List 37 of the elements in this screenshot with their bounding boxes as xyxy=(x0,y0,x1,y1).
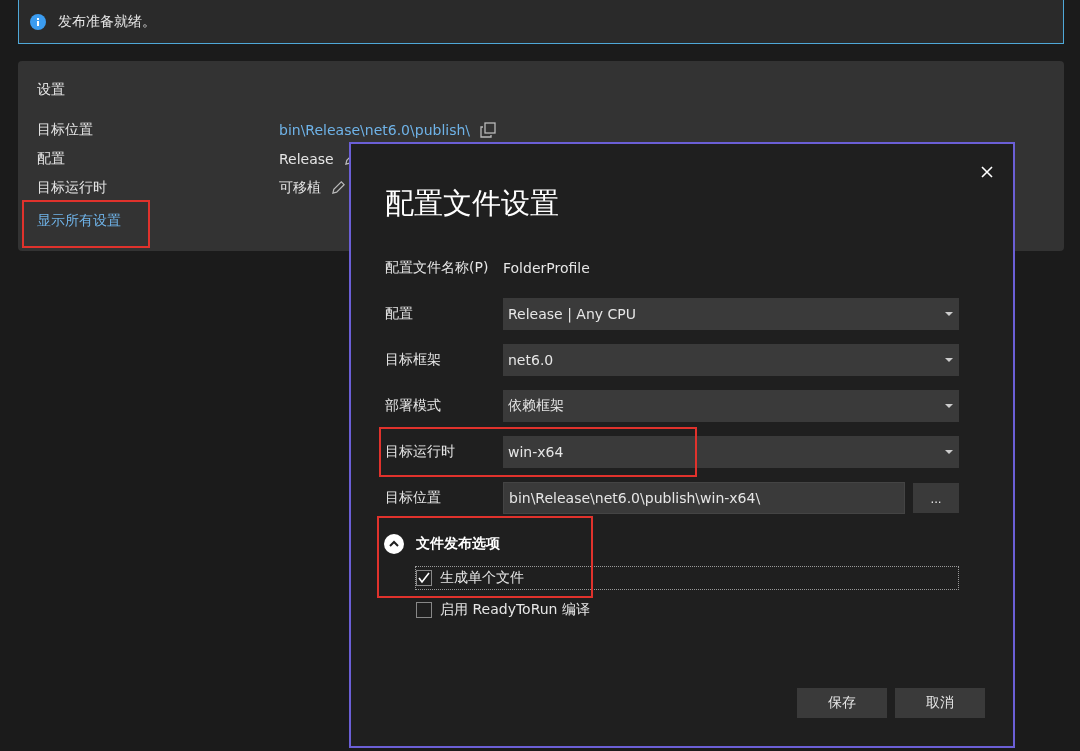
field-label: 目标框架 xyxy=(385,351,442,369)
pencil-icon[interactable] xyxy=(331,180,346,195)
setting-label: 目标运行时 xyxy=(37,178,108,197)
show-all-settings-link[interactable]: 显示所有设置 xyxy=(37,212,121,228)
collapse-icon[interactable] xyxy=(384,534,404,554)
field-label: 目标运行时 xyxy=(385,443,456,461)
field-label: 目标位置 xyxy=(385,489,442,507)
setting-label: 配置 xyxy=(37,149,66,168)
caret-icon xyxy=(945,312,953,316)
field-label: 配置文件名称(P) xyxy=(385,259,490,277)
setting-value: 可移植 xyxy=(279,178,321,197)
check-icon xyxy=(417,571,431,585)
info-icon xyxy=(30,13,46,30)
setting-label: 目标位置 xyxy=(37,120,94,139)
browse-button[interactable]: ... xyxy=(913,483,959,513)
section-title: 文件发布选项 xyxy=(416,535,500,553)
settings-title: 设置 xyxy=(37,81,66,99)
dialog-button[interactable]: 保存 xyxy=(797,688,887,718)
dropdown[interactable]: net6.0 xyxy=(503,344,959,376)
dropdown[interactable]: 依赖框架 xyxy=(503,390,959,422)
field-label: 配置 xyxy=(385,305,414,323)
dialog-button[interactable]: 取消 xyxy=(895,688,985,718)
path-field[interactable]: bin\Release\net6.0\publish\win-x64\ xyxy=(503,482,905,514)
caret-icon xyxy=(945,404,953,408)
setting-value: Release xyxy=(279,150,334,167)
dropdown[interactable]: Release | Any CPU xyxy=(503,298,959,330)
setting-link[interactable]: bin\Release\net6.0\publish\ xyxy=(279,121,471,138)
caret-icon xyxy=(945,450,953,454)
caret-icon xyxy=(945,358,953,362)
copy-icon[interactable] xyxy=(480,121,497,138)
field-label: 部署模式 xyxy=(385,397,442,415)
checkbox-option[interactable]: 启用 ReadyToRun 编译 xyxy=(415,598,959,622)
checkbox-option[interactable]: 生成单个文件 xyxy=(415,566,959,590)
dialog-title: 配置文件设置 xyxy=(385,185,560,222)
dropdown[interactable]: win-x64 xyxy=(503,436,959,468)
info-message: 发布准备就绪。 xyxy=(58,12,156,31)
profile-name: FolderProfile xyxy=(503,260,590,276)
